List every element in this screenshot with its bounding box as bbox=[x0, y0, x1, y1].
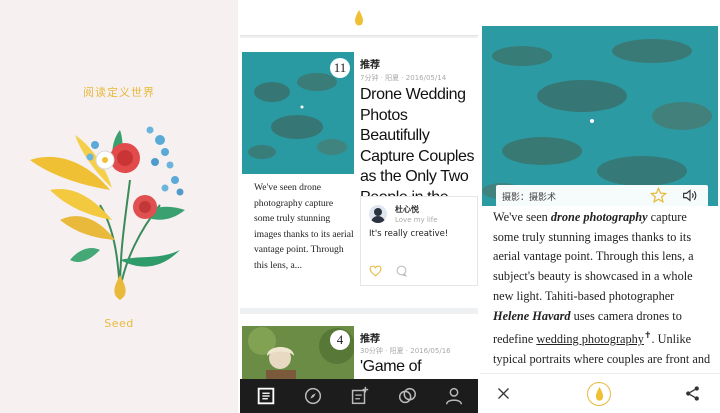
body-emphasis: drone photography bbox=[550, 210, 648, 224]
brand-name: Seed bbox=[104, 317, 134, 330]
star-icon[interactable] bbox=[650, 187, 667, 204]
article-body: We've seen drone photography capture som… bbox=[493, 208, 713, 389]
comment-bubble-icon[interactable] bbox=[395, 265, 408, 277]
close-icon[interactable] bbox=[496, 386, 511, 401]
link-marker-icon: ✝ bbox=[643, 330, 652, 341]
body-emphasis: Helene Havard bbox=[493, 308, 571, 323]
flower-bouquet-illustration bbox=[30, 126, 185, 300]
article-screen: 摄影：摄影术 We've seen drone photography capt… bbox=[480, 0, 720, 413]
image-caption-bar: 摄影：摄影术 bbox=[496, 185, 708, 207]
comment-username[interactable]: 杜心悦 bbox=[395, 204, 419, 215]
reader-icon[interactable] bbox=[255, 385, 277, 407]
feed-top-bar bbox=[240, 0, 478, 36]
avatar[interactable] bbox=[369, 205, 387, 223]
heart-icon[interactable] bbox=[369, 265, 382, 277]
speaker-icon[interactable] bbox=[681, 187, 699, 204]
slogan: 阅读定义世界 bbox=[83, 86, 155, 99]
compass-icon[interactable] bbox=[302, 385, 324, 407]
comment-box[interactable]: 杜心悦 Love my life It's really creative! bbox=[360, 196, 478, 286]
article-excerpt: We've seen drone photography capture som… bbox=[254, 182, 354, 271]
hero-image[interactable] bbox=[482, 26, 718, 206]
article-meta: 7分钟 · 阳夏 · 2016/05/14 bbox=[360, 74, 447, 82]
note-add-icon[interactable] bbox=[348, 385, 370, 407]
image-caption: 摄影：摄影术 bbox=[502, 193, 557, 203]
bottom-tab-bar bbox=[240, 379, 478, 413]
category-label: 推荐 bbox=[360, 60, 380, 71]
comment-text: It's really creative! bbox=[369, 229, 449, 239]
drop-logo-icon bbox=[595, 386, 604, 401]
splash-screen: 阅读定义世界 Seed bbox=[0, 0, 238, 413]
person-icon[interactable] bbox=[443, 385, 465, 407]
article-card[interactable]: 4 推荐 30分钟 · 阳夏 · 2016/05/16 'Game of Thr… bbox=[240, 314, 478, 396]
wedding-photography-link[interactable]: wedding photography bbox=[536, 332, 644, 346]
drop-logo-button[interactable] bbox=[587, 382, 611, 406]
rank-badge: 11 bbox=[330, 58, 350, 78]
article-meta: 30分钟 · 阳夏 · 2016/05/16 bbox=[360, 347, 451, 355]
category-label: 推荐 bbox=[360, 334, 380, 345]
rank-badge: 4 bbox=[330, 330, 350, 350]
drop-logo-icon[interactable] bbox=[353, 9, 365, 27]
comment-tagline: Love my life bbox=[395, 216, 438, 224]
circles-icon[interactable] bbox=[396, 385, 418, 407]
body-text: We've seen bbox=[493, 210, 551, 224]
feed-screen: 11 推荐 7分钟 · 阳夏 · 2016/05/14 Drone Weddin… bbox=[240, 0, 478, 413]
article-bottom-bar bbox=[480, 373, 720, 413]
share-icon[interactable] bbox=[684, 385, 701, 402]
